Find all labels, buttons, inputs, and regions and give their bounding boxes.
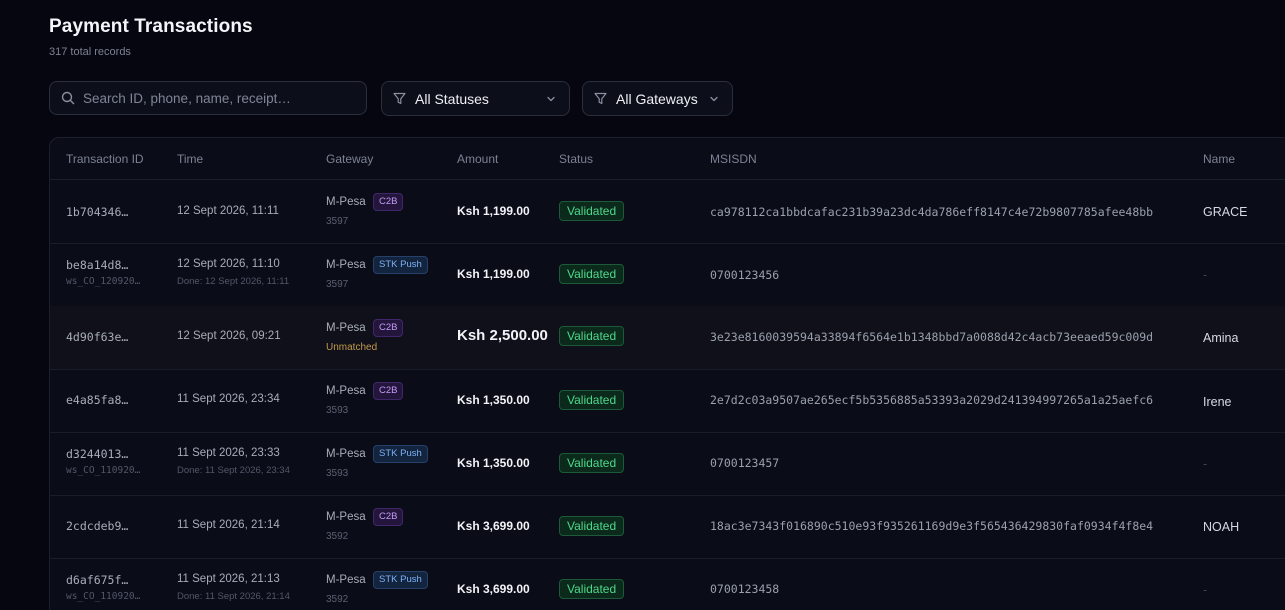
gateway-type-tag: STK Push <box>373 445 428 463</box>
checkout-request-id: ws_CO_120920… <box>66 276 141 287</box>
msisdn-value: 18ac3e7343f016890c510e93f935261169d9e3f5… <box>710 519 1154 533</box>
gateway-name: M-Pesa <box>326 448 366 460</box>
transactions-table: Transaction ID Time Gateway Amount Statu… <box>49 137 1285 610</box>
customer-name: - <box>1203 457 1208 471</box>
table-row[interactable]: d3244013… ws_CO_110920… 11 Sept 2026, 23… <box>50 432 1285 496</box>
column-header-transaction-id[interactable]: Transaction ID <box>66 152 144 166</box>
table-row[interactable]: 2cdcdeb9… 11 Sept 2026, 21:14 M-Pesa C2B… <box>50 495 1285 559</box>
status-badge: Validated <box>559 516 625 536</box>
table-row[interactable]: e4a85fa8… 11 Sept 2026, 23:34 M-Pesa C2B… <box>50 369 1285 433</box>
status-badge: Validated <box>559 579 625 599</box>
completion-time: Done: 11 Sept 2026, 23:34 <box>177 465 290 476</box>
gateway-name: M-Pesa <box>326 574 366 586</box>
transaction-id: 2cdcdeb9… <box>66 519 129 533</box>
column-header-amount[interactable]: Amount <box>457 152 498 166</box>
transaction-id: d3244013… <box>66 447 129 461</box>
search-icon <box>61 91 75 105</box>
transaction-amount: Ksh 1,350.00 <box>457 456 530 470</box>
transaction-id: be8a14d8… <box>66 258 129 272</box>
transaction-time: 11 Sept 2026, 23:33 <box>177 447 280 459</box>
customer-name: - <box>1203 268 1208 282</box>
status-filter-dropdown[interactable]: All Statuses <box>381 81 570 116</box>
chevron-down-icon <box>710 96 718 101</box>
transaction-amount: Ksh 1,350.00 <box>457 393 530 407</box>
status-badge: Validated <box>559 326 625 346</box>
gateway-type-tag: C2B <box>373 382 404 400</box>
gateway-shortcode: 3592 <box>326 531 349 542</box>
transaction-id: d6af675f… <box>66 573 129 587</box>
gateway-type-tag: C2B <box>373 319 404 337</box>
column-header-time[interactable]: Time <box>177 152 203 166</box>
completion-time: Done: 12 Sept 2026, 11:11 <box>177 276 290 287</box>
msisdn-value: 0700123456 <box>710 268 780 282</box>
customer-name: - <box>1203 583 1208 597</box>
table-row[interactable]: 4d90f63e… 12 Sept 2026, 09:21 M-Pesa C2B… <box>50 306 1285 370</box>
funnel-icon <box>393 92 406 105</box>
transaction-amount: Ksh 3,699.00 <box>457 582 530 596</box>
checkout-request-id: ws_CO_110920… <box>66 591 141 602</box>
payment-transactions-page: Payment Transactions 317 total records A… <box>0 0 1285 610</box>
transaction-id: 4d90f63e… <box>66 330 129 344</box>
msisdn-value: 3e23e8160039594a33894f6564e1b1348bbd7a00… <box>710 330 1154 344</box>
transaction-time: 11 Sept 2026, 21:13 <box>177 573 280 585</box>
gateway-filter-label: All Gateways <box>616 90 698 107</box>
gateway-type-tag: STK Push <box>373 256 428 274</box>
search-box[interactable] <box>49 81 367 115</box>
gateway-shortcode: 3593 <box>326 405 349 416</box>
status-badge: Validated <box>559 390 625 410</box>
status-badge: Validated <box>559 264 625 284</box>
unmatched-label: Unmatched <box>326 342 378 353</box>
column-header-msisdn[interactable]: MSISDN <box>710 152 757 166</box>
transaction-time: 11 Sept 2026, 21:14 <box>177 519 280 531</box>
table-row[interactable]: be8a14d8… ws_CO_120920… 12 Sept 2026, 11… <box>50 243 1285 307</box>
search-input[interactable] <box>75 81 366 115</box>
transaction-amount: Ksh 3,699.00 <box>457 519 530 533</box>
funnel-icon <box>594 92 607 105</box>
gateway-type-tag: C2B <box>373 508 404 526</box>
checkout-request-id: ws_CO_110920… <box>66 465 141 476</box>
transaction-amount: Ksh 1,199.00 <box>457 267 530 281</box>
gateway-type-tag: STK Push <box>373 571 428 589</box>
page-title: Payment Transactions <box>49 16 253 37</box>
transaction-time: 12 Sept 2026, 11:10 <box>177 258 280 270</box>
status-badge: Validated <box>559 453 625 473</box>
status-badge: Validated <box>559 201 625 221</box>
chevron-down-icon <box>547 96 555 101</box>
table-header: Transaction ID Time Gateway Amount Statu… <box>50 138 1285 180</box>
gateway-shortcode: 3592 <box>326 594 349 605</box>
customer-name: Irene <box>1203 395 1232 409</box>
record-count: 317 total records <box>49 46 131 58</box>
msisdn-value: 2e7d2c03a9507ae265ecf5b5356885a53393a202… <box>710 393 1154 407</box>
column-header-status[interactable]: Status <box>559 152 593 166</box>
transaction-time: 11 Sept 2026, 23:34 <box>177 393 280 405</box>
customer-name: GRACE <box>1203 205 1248 219</box>
column-header-name[interactable]: Name <box>1203 152 1235 166</box>
gateway-name: M-Pesa <box>326 322 366 334</box>
transaction-time: 12 Sept 2026, 09:21 <box>177 330 281 342</box>
gateway-filter-dropdown[interactable]: All Gateways <box>582 81 733 116</box>
completion-time: Done: 11 Sept 2026, 21:14 <box>177 591 290 602</box>
gateway-shortcode: 3593 <box>326 468 349 479</box>
table-row[interactable]: 1b704346… 12 Sept 2026, 11:11 M-Pesa C2B… <box>50 180 1285 244</box>
transaction-time: 12 Sept 2026, 11:11 <box>177 205 279 217</box>
table-row[interactable]: d6af675f… ws_CO_110920… 11 Sept 2026, 21… <box>50 558 1285 610</box>
gateway-name: M-Pesa <box>326 511 366 523</box>
gateway-shortcode: 3597 <box>326 279 349 290</box>
transaction-id: e4a85fa8… <box>66 393 129 407</box>
gateway-type-tag: C2B <box>373 193 404 211</box>
gateway-name: M-Pesa <box>326 196 366 208</box>
msisdn-value: ca978112ca1bbdcafac231b39a23dc4da786eff8… <box>710 205 1154 219</box>
transaction-amount: Ksh 2,500.00 <box>457 327 548 344</box>
gateway-shortcode: 3597 <box>326 216 349 227</box>
gateway-name: M-Pesa <box>326 385 366 397</box>
status-filter-label: All Statuses <box>415 90 489 107</box>
msisdn-value: 0700123458 <box>710 582 780 596</box>
column-header-gateway[interactable]: Gateway <box>326 152 373 166</box>
customer-name: NOAH <box>1203 520 1240 534</box>
transaction-id: 1b704346… <box>66 205 129 219</box>
msisdn-value: 0700123457 <box>710 456 780 470</box>
transaction-amount: Ksh 1,199.00 <box>457 204 530 218</box>
gateway-name: M-Pesa <box>326 259 366 271</box>
customer-name: Amina <box>1203 331 1239 345</box>
